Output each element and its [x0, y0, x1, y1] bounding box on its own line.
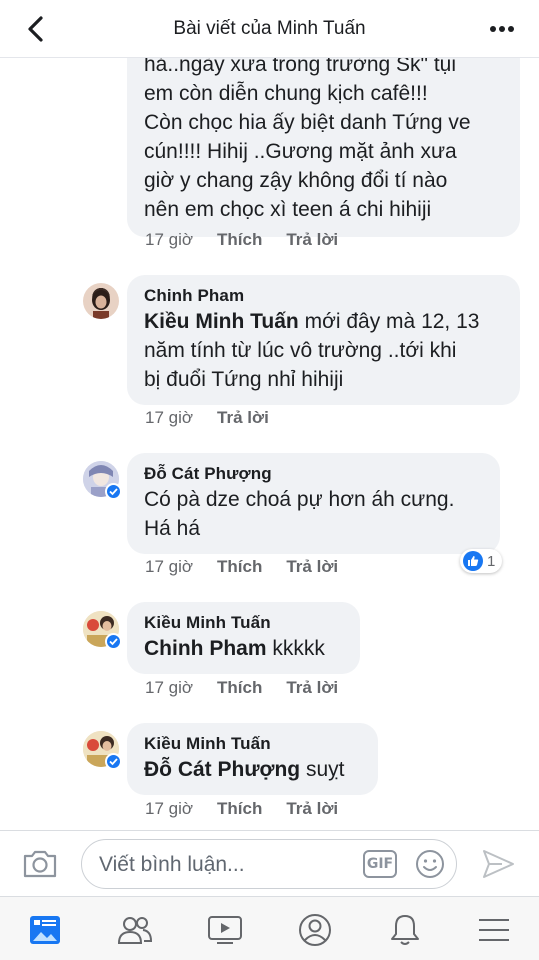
comment-meta: 17 giờ Thích Trả lời	[145, 799, 362, 819]
like-link[interactable]: Thích	[217, 799, 262, 819]
top-bar: Bài viết của Minh Tuấn	[0, 0, 539, 58]
comment-input-placeholder: Viết bình luận...	[99, 853, 245, 876]
avatar[interactable]	[83, 461, 122, 500]
comment-text: em còn diễn chung kịch cafê!!!	[144, 82, 428, 105]
avatar-image	[83, 283, 119, 319]
comment-meta: 17 giờ Thích Trả lời	[145, 557, 362, 577]
smiley-icon	[416, 850, 444, 878]
emoji-button[interactable]	[414, 848, 446, 880]
comment-composer: Viết bình luận... GIF	[0, 830, 539, 896]
comment-time: 17 giờ	[145, 678, 194, 697]
gif-label: GIF	[366, 856, 394, 872]
bottom-tab-bar	[0, 896, 539, 960]
watch-icon	[208, 916, 242, 944]
comment-bubble[interactable]: Kiều Minh Tuấn Đỗ Cát Phượng suỵt	[127, 723, 378, 795]
comment-text: Còn chọc hia ấy biệt danh Tứng ve	[144, 111, 471, 134]
tab-watch[interactable]	[205, 910, 245, 950]
verified-badge-icon	[105, 633, 122, 650]
comment-author[interactable]: Kiều Minh Tuấn	[144, 612, 343, 634]
back-button[interactable]	[22, 14, 48, 44]
mention-tag[interactable]: Kiều Minh Tuấn	[144, 310, 299, 333]
page-title: Bài viết của Minh Tuấn	[173, 17, 366, 39]
comment-bubble[interactable]: hả..ngày xưa trong trường Sk" tụi em còn…	[127, 58, 520, 237]
tab-menu[interactable]	[474, 910, 514, 950]
verified-badge-icon	[105, 483, 122, 500]
comment-author[interactable]: Chinh Pham	[144, 285, 503, 307]
verified-badge-icon	[105, 753, 122, 770]
comment-text: năm tính từ lúc vô trường ..tới khi	[144, 339, 457, 362]
comment-text: kkkkk	[266, 637, 325, 660]
comment-text: Há há	[144, 517, 201, 540]
news-feed-icon	[30, 916, 60, 944]
comment-time: 17 giờ	[145, 230, 194, 249]
reply-link[interactable]: Trả lời	[286, 230, 338, 250]
comment-text: suỵt	[300, 758, 345, 781]
comment-bubble[interactable]: Kiều Minh Tuấn Chinh Pham kkkkk	[127, 602, 360, 674]
tab-notifications[interactable]	[385, 910, 425, 950]
avatar[interactable]	[83, 731, 122, 770]
like-link[interactable]: Thích	[217, 230, 262, 250]
comment-meta: 17 giờ Trả lời	[145, 408, 293, 428]
comment-text: nên em chọc xì teen á chi hihiji	[144, 198, 432, 221]
reply-link[interactable]: Trả lời	[286, 557, 338, 577]
comment-author[interactable]: Kiều Minh Tuấn	[144, 733, 361, 755]
avatar[interactable]	[83, 611, 122, 650]
tab-friends[interactable]	[115, 910, 155, 950]
tab-news-feed[interactable]	[25, 910, 65, 950]
notifications-icon	[391, 915, 419, 945]
reaction-count: 1	[487, 552, 496, 570]
comment-time: 17 giờ	[145, 408, 194, 427]
reply-link[interactable]: Trả lời	[286, 799, 338, 819]
send-icon	[483, 850, 514, 878]
comment-text: bị đuổi Tứng nhỉ hihiji	[144, 368, 344, 391]
reply-link[interactable]: Trả lời	[217, 408, 269, 428]
reaction-badge[interactable]: 1	[460, 549, 503, 573]
profile-icon	[299, 914, 331, 946]
avatar[interactable]	[83, 283, 119, 319]
comment-input[interactable]: Viết bình luận... GIF	[81, 839, 457, 889]
comment-text: mới đây mà 12, 13	[298, 310, 480, 333]
comment-text: hả..ngày xưa trong trường Sk" tụi	[144, 58, 456, 76]
comment-text: Có pà dze choá pự hơn áh cưng.	[144, 488, 455, 511]
tab-profile[interactable]	[295, 910, 335, 950]
chevron-left-icon	[28, 16, 43, 42]
reply-link[interactable]: Trả lời	[286, 678, 338, 698]
camera-button[interactable]	[22, 848, 58, 880]
comment-author[interactable]: Đỗ Cát Phượng	[144, 463, 483, 485]
send-button[interactable]	[480, 846, 516, 882]
mention-tag[interactable]: Chinh Pham	[144, 637, 267, 660]
like-link[interactable]: Thích	[217, 678, 262, 698]
gif-button[interactable]: GIF	[363, 850, 397, 878]
comment-text: giờ y chang zậy không đổi tí nào	[144, 169, 448, 192]
camera-icon	[23, 850, 57, 878]
more-button[interactable]	[487, 17, 517, 41]
menu-icon	[479, 919, 509, 941]
comment-meta: 17 giờ Thích Trả lời	[145, 230, 362, 250]
comment-bubble[interactable]: Đỗ Cát Phượng Có pà dze choá pự hơn áh c…	[127, 453, 500, 554]
mention-tag[interactable]: Đỗ Cát Phượng	[144, 758, 300, 781]
thumbs-up-icon	[463, 551, 483, 571]
comment-text: cún!!!! Hihij ..Gương mặt ảnh xưa	[144, 140, 457, 163]
comment-meta: 17 giờ Thích Trả lời	[145, 678, 362, 698]
comment-list: hả..ngày xưa trong trường Sk" tụi em còn…	[0, 58, 539, 830]
comment-time: 17 giờ	[145, 799, 194, 818]
like-link[interactable]: Thích	[217, 557, 262, 577]
comment-bubble[interactable]: Chinh Pham Kiều Minh Tuấn mới đây mà 12,…	[127, 275, 520, 405]
friends-icon	[117, 917, 153, 944]
comment-time: 17 giờ	[145, 557, 194, 576]
more-dots-icon	[490, 26, 514, 32]
